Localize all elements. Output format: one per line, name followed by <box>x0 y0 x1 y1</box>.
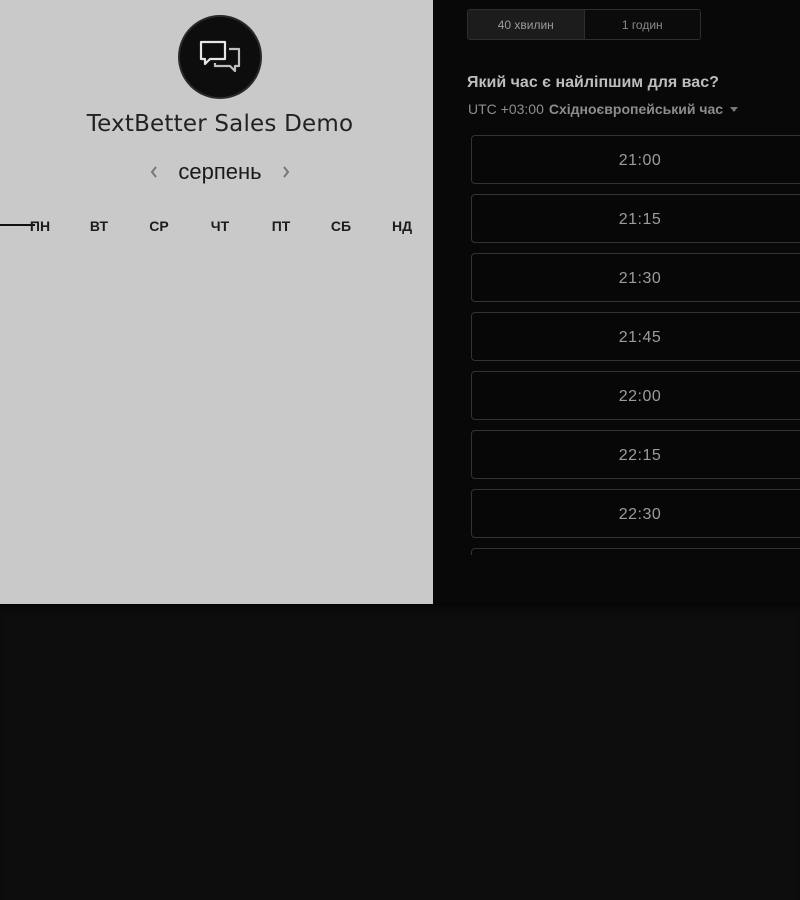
time-slots-panel: 40 хвилин 1 годин Який час є найліпшим д… <box>433 0 800 604</box>
time-slot-label: 21:00 <box>618 152 662 169</box>
time-slot[interactable]: 22:30 <box>471 489 800 538</box>
time-slot[interactable]: 21:00 <box>471 135 800 184</box>
weekday-header: ПН ВТ СР ЧТ ПТ СБ НД <box>0 218 433 240</box>
time-slot[interactable]: 21:30 <box>471 253 800 302</box>
time-slot-label: 22:00 <box>618 388 662 405</box>
caret-down-icon <box>730 106 739 112</box>
time-slot[interactable]: 22:15 <box>471 430 800 479</box>
chevron-left-icon <box>151 166 158 178</box>
time-slot[interactable]: 22:00 <box>471 371 800 420</box>
time-slot-label: 21:15 <box>618 211 662 228</box>
weekday-thu: ЧТ <box>210 218 230 234</box>
time-slot-list: 21:00 21:15 21:30 21:45 22:00 22:15 22:3… <box>471 135 800 555</box>
booking-page: TextBetter Sales Demo серпень ПН ВТ СР Ч… <box>0 0 800 900</box>
timezone-selector[interactable]: UTC +03:00 Східноєвропейський час <box>468 101 739 117</box>
page-footer-area <box>0 604 800 900</box>
time-slot-label: 21:45 <box>618 329 662 346</box>
prev-month-button[interactable] <box>144 158 164 186</box>
time-slot-label: 21:30 <box>618 270 662 287</box>
time-slot-partial[interactable] <box>471 548 800 555</box>
duration-option-1-hour[interactable]: 1 годин <box>583 10 700 39</box>
weekday-fri: ПТ <box>271 218 291 234</box>
chevron-right-icon <box>282 166 289 178</box>
time-slot[interactable]: 21:15 <box>471 194 800 243</box>
weekday-sat: СБ <box>330 218 352 234</box>
event-title: TextBetter Sales Demo <box>86 111 354 137</box>
calendar-panel: TextBetter Sales Demo серпень ПН ВТ СР Ч… <box>0 0 433 604</box>
weekday-mon: ПН <box>29 218 51 234</box>
timezone-name: Східноєвропейський час <box>548 101 724 117</box>
duration-option-40-min[interactable]: 40 хвилин <box>468 10 584 39</box>
time-question: Який час є найліпшим для вас? <box>467 74 719 91</box>
timezone-offset: UTC +03:00 <box>468 101 544 117</box>
next-month-button[interactable] <box>276 158 296 186</box>
month-label: серпень <box>178 159 262 184</box>
weekday-sun: НД <box>391 218 413 234</box>
time-slot[interactable]: 21:45 <box>471 312 800 361</box>
weekday-tue: ВТ <box>89 218 109 234</box>
weekday-wed: СР <box>149 218 169 234</box>
time-slot-label: 22:15 <box>618 447 662 464</box>
duration-selector: 40 хвилин 1 годин <box>467 9 701 40</box>
chat-bubbles-icon <box>199 40 241 73</box>
time-slot-label: 22:30 <box>618 506 662 523</box>
event-logo <box>178 15 262 99</box>
month-navigation: серпень <box>0 156 440 188</box>
